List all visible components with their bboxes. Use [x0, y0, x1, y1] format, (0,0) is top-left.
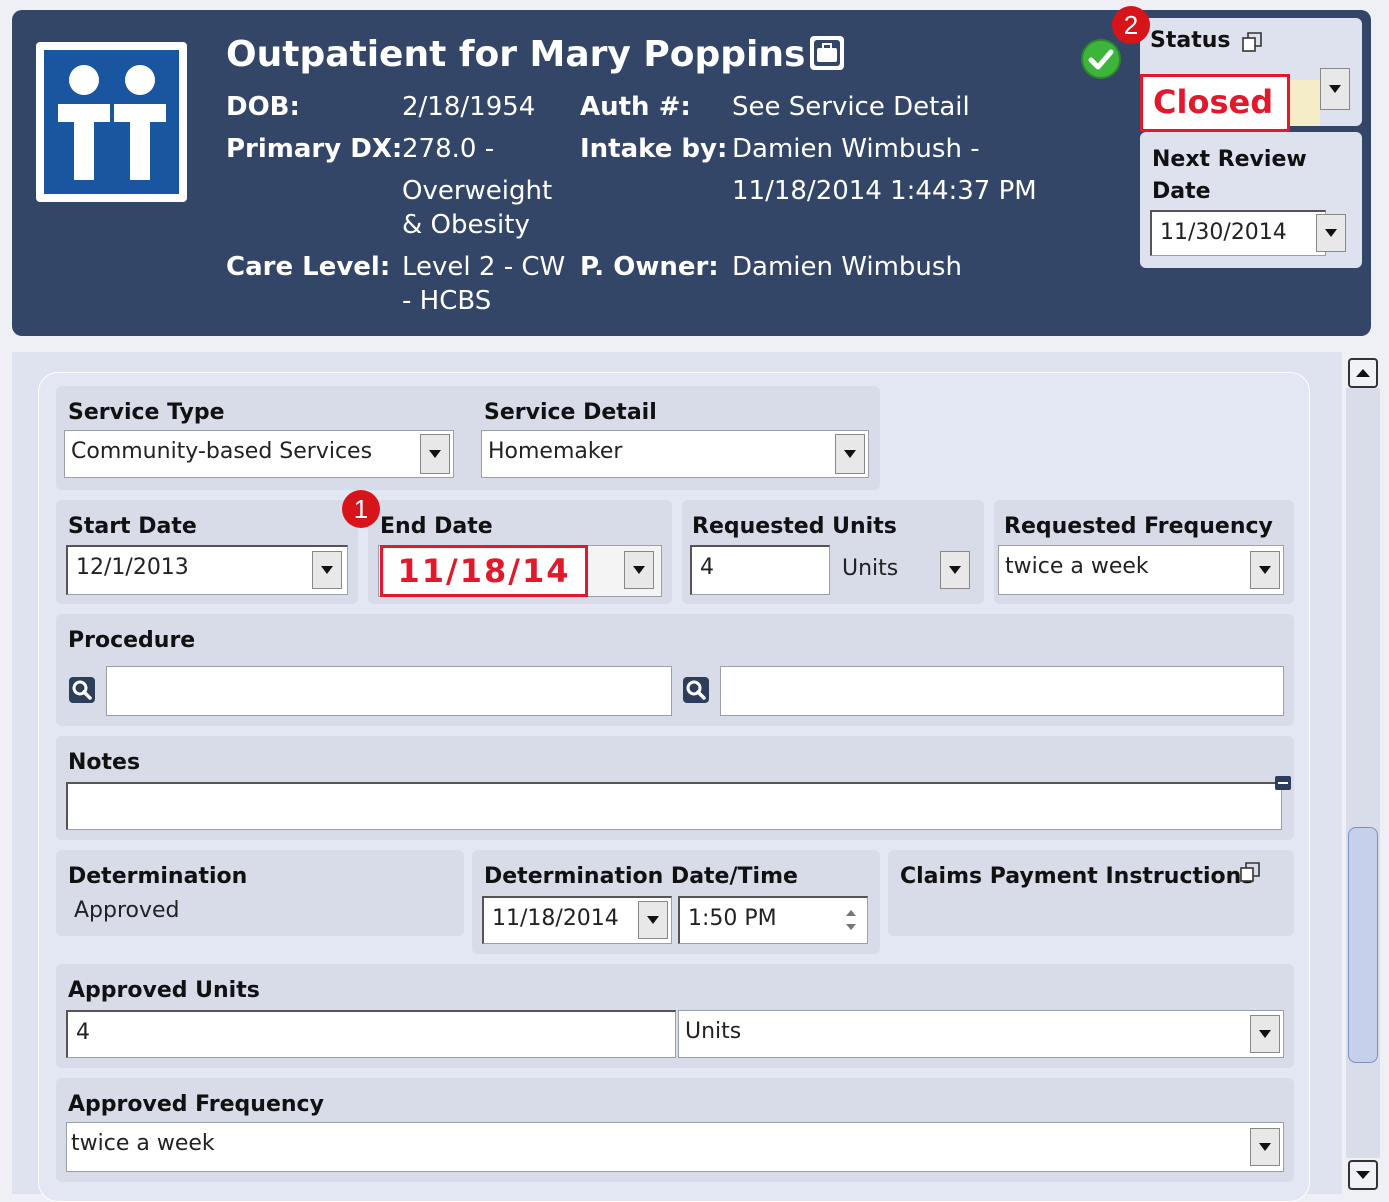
approved-frequency-dropdown-button[interactable] [1250, 1128, 1280, 1166]
owner-label: P. Owner: [580, 252, 719, 282]
scroll-down-icon [1356, 1171, 1370, 1179]
scroll-down-button[interactable] [1348, 1160, 1378, 1190]
next-review-label: Next Review Date [1152, 144, 1307, 208]
requested-units-dropdown-button[interactable] [940, 551, 970, 589]
dropdown-arrow-icon [1259, 566, 1271, 574]
dropdown-arrow-icon [321, 566, 333, 574]
notes-textarea[interactable] [66, 782, 1282, 830]
status-label: Status [1150, 28, 1231, 53]
search-icon[interactable] [68, 676, 96, 704]
search-icon[interactable] [682, 676, 710, 704]
status-panel: Status Closed [1140, 18, 1362, 132]
service-detail-dropdown-button[interactable] [835, 434, 865, 474]
next-review-panel: Next Review Date 11/30/2014 [1140, 132, 1362, 268]
check-circle-icon [1081, 39, 1121, 79]
dropdown-arrow-icon [429, 450, 441, 458]
organization-logo [36, 42, 187, 202]
dob-label: DOB: [226, 92, 300, 122]
status-select[interactable]: Closed [1140, 74, 1290, 132]
copy-icon[interactable] [1238, 860, 1262, 884]
requested-units-label: Requested Units [692, 514, 897, 539]
next-review-label-line1: Next Review [1152, 147, 1307, 172]
collapse-icon[interactable] [1275, 776, 1291, 790]
service-type-select[interactable]: Community-based Services [64, 430, 454, 478]
determination-label: Determination [68, 864, 248, 889]
auth-value: See Service Detail [732, 92, 970, 122]
status-dropdown-fill [1290, 80, 1320, 126]
intake-label: Intake by: [580, 134, 728, 164]
end-date-input[interactable]: 11/18/14 [380, 545, 588, 597]
care-level-label: Care Level: [226, 252, 391, 282]
procedure-code-input[interactable] [106, 666, 672, 716]
start-date-label: Start Date [68, 514, 197, 539]
determination-value: Approved [74, 898, 180, 923]
scroll-up-button[interactable] [1348, 358, 1378, 388]
scroll-up-icon [1356, 369, 1370, 377]
dropdown-arrow-icon [1329, 85, 1341, 93]
approved-frequency-select[interactable]: twice a week [66, 1122, 1284, 1172]
status-dropdown-button[interactable] [1320, 68, 1350, 110]
next-review-label-line2: Date [1152, 179, 1211, 204]
claims-payment-label: Claims Payment Instructions [900, 864, 1255, 889]
next-review-dropdown-button[interactable] [1316, 214, 1346, 252]
start-date-input[interactable]: 12/1/2013 [66, 545, 348, 595]
determination-group [56, 850, 464, 936]
requested-frequency-label: Requested Frequency [1004, 514, 1273, 539]
dropdown-arrow-icon [949, 566, 961, 574]
primary-dx-value-line1: 278.0 - [402, 134, 495, 164]
spin-down-icon [846, 924, 856, 930]
end-date-dropdown-button[interactable] [624, 551, 654, 589]
time-spinner[interactable] [840, 898, 862, 942]
dropdown-arrow-icon [1325, 229, 1337, 237]
requested-units-unit-select[interactable]: Units [842, 556, 898, 581]
requested-frequency-dropdown-button[interactable] [1250, 551, 1280, 589]
dropdown-arrow-icon [844, 450, 856, 458]
start-date-dropdown-button[interactable] [312, 551, 342, 589]
spin-up-icon [846, 910, 856, 916]
vertical-scrollbar[interactable] [1346, 352, 1380, 1194]
dropdown-arrow-icon [633, 566, 645, 574]
notes-label: Notes [68, 750, 141, 775]
care-level-value-line2: - HCBS [402, 286, 492, 316]
primary-dx-value-line2: Overweight [402, 176, 553, 206]
service-detail-select[interactable]: Homemaker [481, 430, 869, 478]
scroll-thumb[interactable] [1348, 827, 1378, 1063]
logo-figures-icon [58, 65, 166, 180]
briefcase-icon[interactable] [808, 34, 846, 72]
end-date-label: End Date [380, 514, 493, 539]
dropdown-arrow-icon [1259, 1143, 1271, 1151]
auth-label: Auth #: [580, 92, 691, 122]
procedure-label: Procedure [68, 628, 196, 653]
approved-units-input[interactable]: 4 [66, 1010, 676, 1058]
care-level-value-line1: Level 2 - CW [402, 252, 566, 282]
primary-dx-value-line3: & Obesity [402, 210, 530, 240]
annotation-badge-1: 1 [342, 490, 380, 528]
requested-units-input[interactable]: 4 [690, 545, 830, 595]
determination-datetime-label: Determination Date/Time [484, 864, 798, 889]
requested-frequency-select[interactable]: twice a week [998, 545, 1284, 595]
approved-units-dropdown-button[interactable] [1250, 1015, 1280, 1053]
intake-value-line2: 11/18/2014 1:44:37 PM [732, 176, 1037, 206]
copy-icon[interactable] [1240, 30, 1264, 54]
determination-date-dropdown-button[interactable] [638, 901, 668, 939]
dropdown-arrow-icon [1259, 1030, 1271, 1038]
next-review-date-input[interactable]: 11/30/2014 [1150, 210, 1326, 256]
procedure-description-input[interactable] [720, 666, 1284, 716]
service-type-label: Service Type [68, 400, 225, 425]
page-title: Outpatient for Mary Poppins [226, 34, 806, 75]
annotation-badge-2: 2 [1112, 6, 1150, 44]
intake-value-line1: Damien Wimbush - [732, 134, 980, 164]
approved-units-label: Approved Units [68, 978, 260, 1003]
service-detail-label: Service Detail [484, 400, 657, 425]
dob-value: 2/18/1954 [402, 92, 536, 122]
dropdown-arrow-icon [647, 916, 659, 924]
approved-frequency-label: Approved Frequency [68, 1092, 324, 1117]
claims-payment-group [888, 850, 1294, 936]
service-type-dropdown-button[interactable] [420, 434, 450, 474]
primary-dx-label: Primary DX: [226, 134, 403, 164]
approved-units-unit-select[interactable]: Units [678, 1010, 1284, 1058]
owner-value: Damien Wimbush [732, 252, 962, 282]
